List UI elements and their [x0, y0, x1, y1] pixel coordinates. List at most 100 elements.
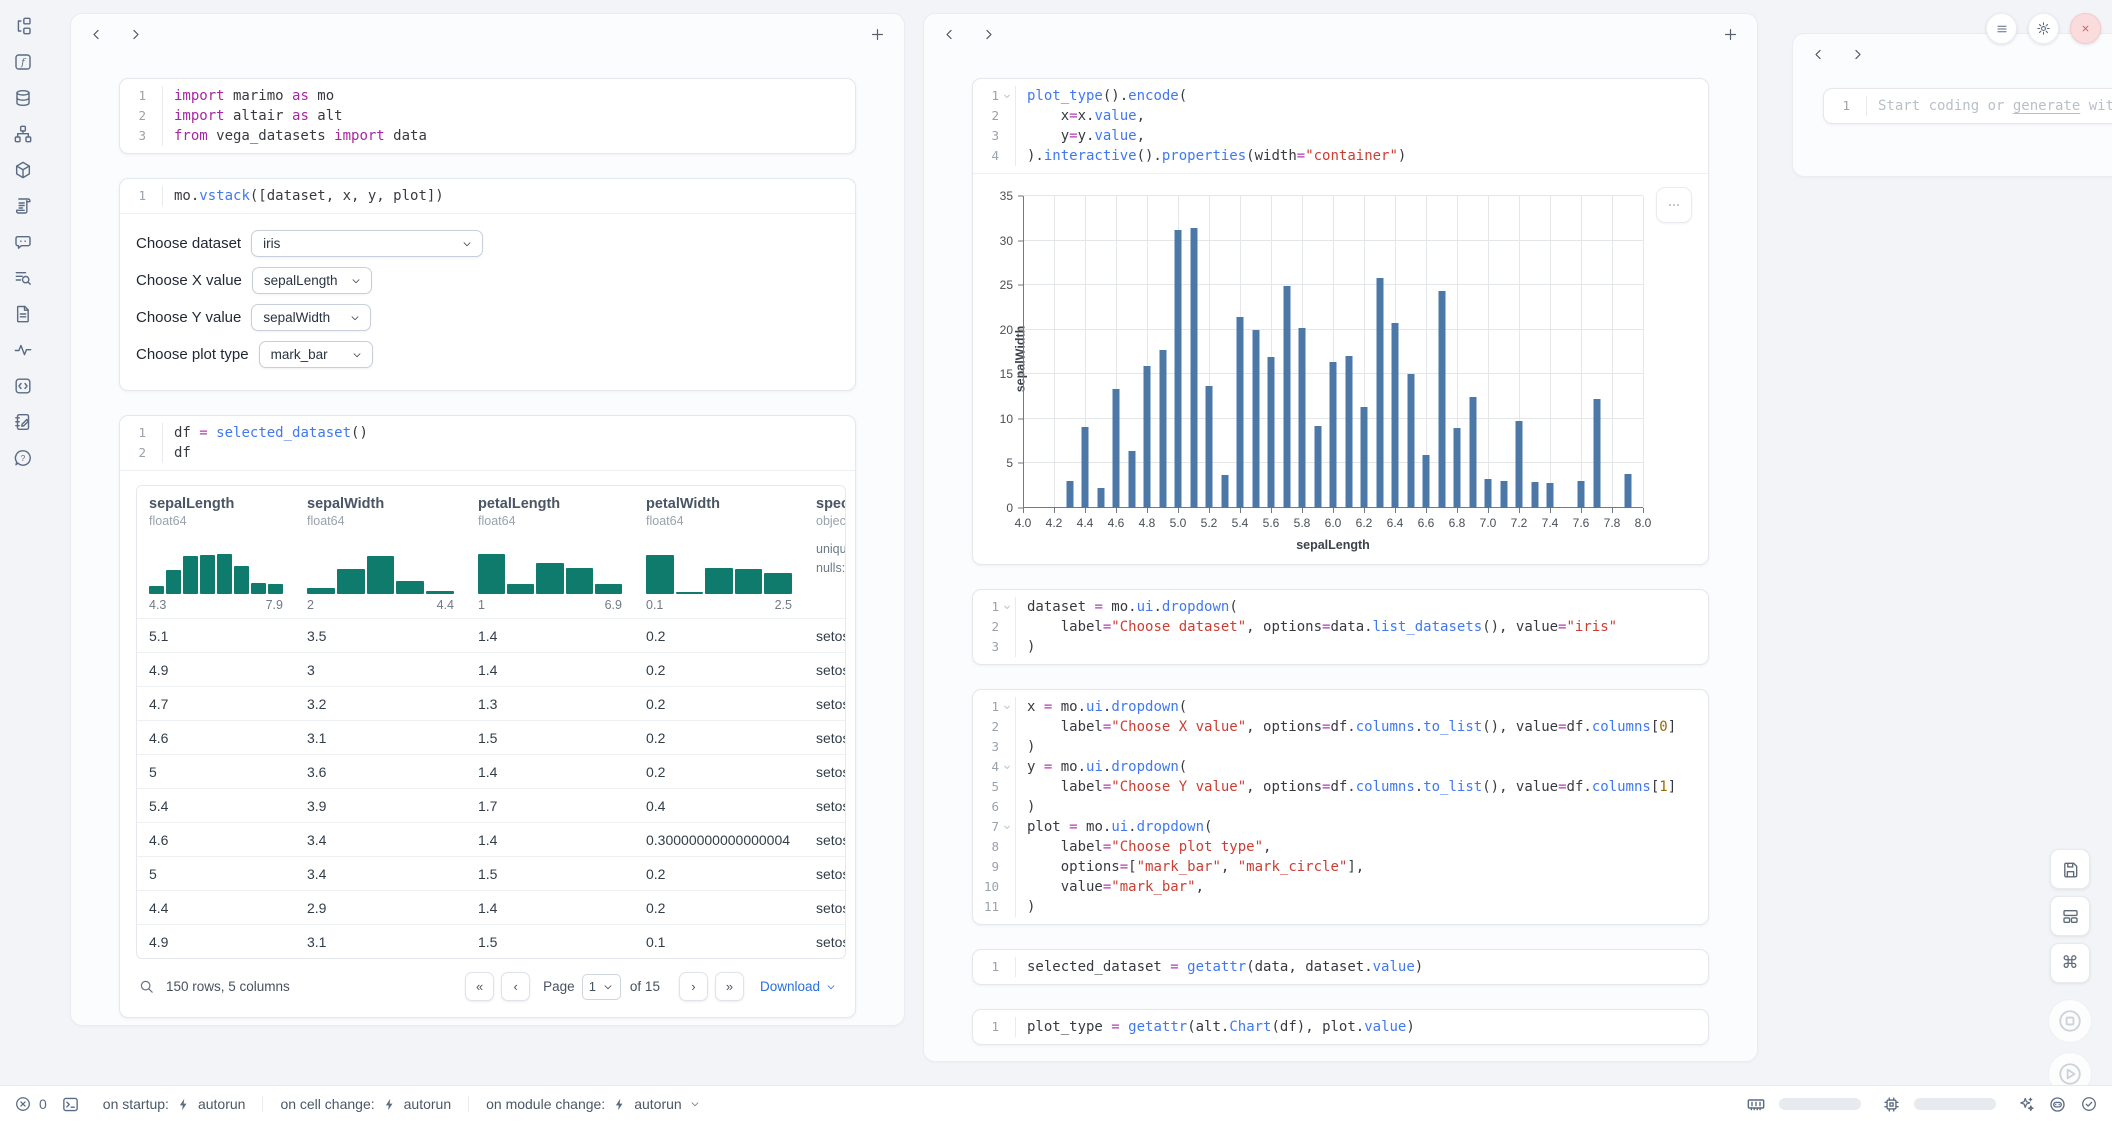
table-row[interactable]: 5.13.51.40.2setosa [137, 618, 846, 652]
column-header[interactable]: petalWidthfloat640.12.5 [634, 486, 804, 618]
code-text[interactable]: mo.vstack([dataset, x, y, plot]) [162, 186, 855, 206]
code-text[interactable]: value="mark_bar", [1015, 877, 1708, 897]
prev-page-button[interactable]: ‹ [501, 972, 530, 1001]
fold-toggle[interactable] [999, 697, 1015, 717]
save-button[interactable] [2050, 849, 2090, 889]
forward-button[interactable] [981, 27, 996, 42]
fold-toggle[interactable] [999, 597, 1015, 617]
code-text[interactable]: ) [1015, 897, 1708, 917]
table-row[interactable]: 4.73.21.30.2setosa [137, 686, 846, 720]
empty-code-cell[interactable]: 1 Start coding or generate with AI [1823, 88, 2112, 124]
code-text[interactable]: selected_dataset = getattr(data, dataset… [1015, 957, 1708, 977]
dropdown-select[interactable]: sepalLength [252, 267, 372, 294]
code-text[interactable]: df [162, 443, 855, 463]
table-row[interactable]: 4.63.11.50.2setosa [137, 720, 846, 754]
table-row[interactable]: 4.42.91.40.2setosa [137, 890, 846, 924]
sidebar-item-ai-chat[interactable] [10, 228, 37, 255]
stop-button[interactable] [2048, 999, 2092, 1043]
chart-options-button[interactable] [1656, 187, 1692, 223]
add-cell-button[interactable] [1722, 26, 1739, 43]
code-text[interactable]: import marimo as mo [162, 86, 855, 106]
table-row[interactable]: 4.931.40.2setosa [137, 652, 846, 686]
close-button[interactable] [2070, 13, 2101, 44]
page-select[interactable]: 1 [582, 974, 621, 1000]
sidebar-item-data-sources[interactable] [10, 84, 37, 111]
settings-button[interactable] [2028, 13, 2059, 44]
sidebar-item-snippets[interactable] [10, 372, 37, 399]
dropdown-select[interactable]: iris [251, 230, 483, 257]
chart-bar [1330, 362, 1337, 508]
column-header[interactable]: sepalWidthfloat6424.4 [295, 486, 466, 618]
column-header[interactable]: sepalLengthfloat644.37.9 [137, 486, 295, 618]
code-text[interactable]: label="Choose Y value", options=df.colum… [1015, 777, 1708, 797]
code-text[interactable]: plot_type = getattr(alt.Chart(df), plot.… [1015, 1017, 1708, 1037]
table-row[interactable]: 4.93.11.50.1setosa [137, 924, 846, 958]
connection-status-icon[interactable] [2080, 1095, 2098, 1113]
download-button[interactable]: Download [760, 979, 837, 994]
code-text[interactable]: y=y.value, [1015, 126, 1708, 146]
fold-toggle[interactable] [999, 86, 1015, 106]
column-header[interactable]: petalLengthfloat6416.9 [466, 486, 634, 618]
fold-toggle[interactable] [999, 817, 1015, 837]
back-button[interactable] [1811, 47, 1826, 62]
terminal-button[interactable] [61, 1095, 80, 1114]
code-text[interactable]: df = selected_dataset() [162, 423, 855, 443]
ai-assistant-icon[interactable] [2017, 1095, 2035, 1113]
layout-button[interactable] [2050, 896, 2090, 936]
on-startup-mode[interactable]: on startup: autorun [86, 1096, 263, 1112]
table-row[interactable]: 53.61.40.2setosa [137, 754, 846, 788]
code-text[interactable]: label="Choose X value", options=df.colum… [1015, 717, 1708, 737]
search-icon [138, 978, 155, 995]
forward-button[interactable] [1850, 47, 1865, 62]
dropdown-select[interactable]: sepalWidth [251, 304, 371, 331]
chart-plot[interactable]: sepalWidth sepalLength 051015202530354.0… [1023, 196, 1643, 508]
last-page-button[interactable]: » [715, 972, 744, 1001]
code-text[interactable]: x = mo.ui.dropdown( [1015, 697, 1708, 717]
code-text[interactable]: from vega_datasets import data [162, 126, 855, 146]
code-text[interactable]: plot = mo.ui.dropdown( [1015, 817, 1708, 837]
code-text[interactable]: ).interactive().properties(width="contai… [1015, 146, 1708, 166]
code-text[interactable]: y = mo.ui.dropdown( [1015, 757, 1708, 777]
code-text[interactable]: ) [1015, 737, 1708, 757]
sidebar-item-help[interactable]: ? [10, 444, 37, 471]
code-text[interactable]: label="Choose plot type", [1015, 837, 1708, 857]
sidebar-item-cell-logs[interactable] [10, 264, 37, 291]
back-button[interactable] [942, 27, 957, 42]
code-text[interactable]: plot_type().encode( [1015, 86, 1708, 106]
menu-button[interactable] [1986, 13, 2017, 44]
add-cell-button[interactable] [869, 26, 886, 43]
dropdown-select[interactable]: mark_bar [259, 341, 373, 368]
fold-toggle[interactable] [999, 757, 1015, 777]
sidebar-item-file-explorer[interactable] [10, 12, 37, 39]
on-cell-change-mode[interactable]: on cell change: autorun [262, 1096, 468, 1112]
code-text[interactable]: import altair as alt [162, 106, 855, 126]
generate-link[interactable]: generate [2013, 98, 2080, 114]
table-row[interactable]: 53.41.50.2setosa [137, 856, 846, 890]
code-text[interactable]: label="Choose dataset", options=data.lis… [1015, 617, 1708, 637]
code-text[interactable]: options=["mark_bar", "mark_circle"], [1015, 857, 1708, 877]
command-palette-button[interactable]: ⌘ [2050, 943, 2090, 983]
code-text[interactable]: ) [1015, 797, 1708, 817]
table-row[interactable]: 5.43.91.70.4setosa [137, 788, 846, 822]
code-text[interactable]: ) [1015, 637, 1708, 657]
on-module-change-mode[interactable]: on module change: autorun [468, 1096, 718, 1112]
error-count[interactable]: 0 [14, 1095, 47, 1113]
search-icon[interactable] [138, 978, 155, 995]
copilot-icon[interactable] [2048, 1095, 2067, 1114]
sidebar-item-logs[interactable] [10, 192, 37, 219]
sidebar-item-tracing[interactable] [10, 336, 37, 363]
table-row[interactable]: 4.63.41.40.30000000000000004setosa [137, 822, 846, 856]
next-page-button[interactable]: › [679, 972, 708, 1001]
sidebar-item-dependency-graph[interactable] [10, 120, 37, 147]
first-page-button[interactable]: « [465, 972, 494, 1001]
column-header[interactable]: speciesobjectunique:nulls: [804, 486, 846, 618]
sidebar-item-packages[interactable] [10, 156, 37, 183]
sidebar-item-scratchpad[interactable] [10, 408, 37, 435]
sidebar-item-documentation[interactable] [10, 300, 37, 327]
back-button[interactable] [89, 27, 104, 42]
code-text[interactable]: x=x.value, [1015, 106, 1708, 126]
code-text[interactable]: dataset = mo.ui.dropdown( [1015, 597, 1708, 617]
forward-button[interactable] [128, 27, 143, 42]
sidebar-item-variables[interactable]: f [10, 48, 37, 75]
code-placeholder[interactable]: Start coding or generate with AI [1866, 96, 2112, 116]
